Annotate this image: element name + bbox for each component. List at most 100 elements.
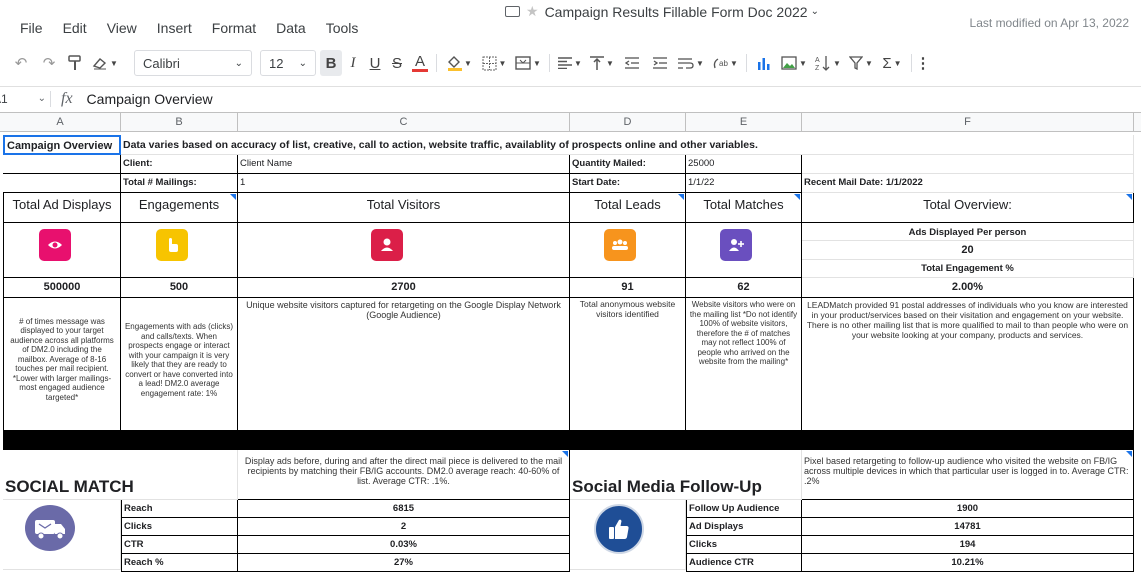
cell-empty[interactable]: [802, 135, 1134, 155]
social-match-row-value[interactable]: 27%: [238, 554, 570, 572]
chart-icon[interactable]: [751, 50, 777, 76]
desc-matches-cell[interactable]: Website visitors who were on the mailing…: [686, 298, 802, 431]
menu-data[interactable]: Data: [266, 20, 316, 42]
header-total-leads[interactable]: Total Leads: [570, 193, 686, 223]
social-followup-row-label[interactable]: Audience CTR: [686, 554, 802, 572]
cell-eye-icon[interactable]: [3, 223, 121, 278]
social-match-row-label[interactable]: Reach: [121, 500, 238, 518]
font-family-select[interactable]: Calibri ⌄: [134, 50, 252, 76]
star-icon[interactable]: ★: [526, 3, 539, 20]
menu-insert[interactable]: Insert: [147, 20, 202, 42]
redo-icon[interactable]: ↷: [36, 50, 62, 76]
social-followup-row-label[interactable]: Ad Displays: [686, 518, 802, 536]
strikethrough-button[interactable]: S: [386, 50, 408, 76]
cell-disclaimer[interactable]: Data varies based on accuracy of list, c…: [121, 135, 811, 155]
engagement-pct-label[interactable]: Total Engagement %: [802, 260, 1134, 278]
fill-color-icon[interactable]: ▼: [441, 50, 477, 76]
font-size-select[interactable]: 12 ⌄: [260, 50, 316, 76]
desc-leads-cell[interactable]: Total anonymous website visitors identif…: [570, 298, 686, 431]
social-match-row-value[interactable]: 6815: [238, 500, 570, 518]
social-followup-title-cell[interactable]: Social Media Follow-Up: [570, 450, 802, 500]
folder-icon[interactable]: [505, 6, 520, 17]
underline-button[interactable]: U: [364, 50, 386, 76]
client-label[interactable]: Client:: [121, 155, 238, 174]
borders-icon[interactable]: ▼: [477, 50, 511, 76]
social-followup-row-label[interactable]: Clicks: [686, 536, 802, 554]
indent-increase-icon[interactable]: [646, 50, 674, 76]
social-followup-icon-cell[interactable]: [570, 500, 686, 570]
recent-mail-date[interactable]: Recent Mail Date: 1/1/2022: [802, 174, 1134, 193]
column-header-b[interactable]: B: [121, 113, 238, 132]
ads-per-person-label[interactable]: Ads Displayed Per person: [802, 223, 1134, 241]
sort-icon[interactable]: A Z ▼: [811, 50, 845, 76]
total-mailings-label[interactable]: Total # Mailings:: [121, 174, 238, 193]
menu-tools[interactable]: Tools: [316, 20, 369, 42]
cell-empty[interactable]: [3, 155, 121, 174]
client-value[interactable]: Client Name: [238, 155, 570, 174]
merge-cells-icon[interactable]: ▼: [511, 50, 545, 76]
social-match-title-cell[interactable]: SOCIAL MATCH: [3, 450, 238, 500]
undo-icon[interactable]: ↶: [6, 50, 36, 76]
italic-button[interactable]: I: [342, 50, 364, 76]
cell-hand-icon[interactable]: [121, 223, 238, 278]
quantity-mailed-value[interactable]: 25000: [686, 155, 802, 174]
social-match-row-label[interactable]: CTR: [121, 536, 238, 554]
menu-view[interactable]: View: [97, 20, 147, 42]
social-match-row-value[interactable]: 0.03%: [238, 536, 570, 554]
column-header-a[interactable]: A: [0, 113, 121, 132]
social-followup-row-value[interactable]: 14781: [802, 518, 1134, 536]
header-total-ad-displays[interactable]: Total Ad Displays: [3, 193, 121, 223]
desc-ad-displays-cell[interactable]: # of times message was displayed to your…: [3, 298, 121, 431]
column-header-d[interactable]: D: [570, 113, 686, 132]
image-icon[interactable]: ▼: [777, 50, 811, 76]
cell-campaign-overview[interactable]: Campaign Overview: [3, 135, 121, 155]
social-followup-row-value[interactable]: 10.21%: [802, 554, 1134, 572]
value-engagements[interactable]: 500: [121, 278, 238, 298]
menu-edit[interactable]: Edit: [53, 20, 97, 42]
bold-button[interactable]: B: [320, 50, 342, 76]
cell-group-icon[interactable]: [570, 223, 686, 278]
column-header-e[interactable]: E: [686, 113, 802, 132]
social-followup-row-value[interactable]: 194: [802, 536, 1134, 554]
desc-visitors-cell[interactable]: Unique website visitors captured for ret…: [238, 298, 570, 431]
formula-input[interactable]: Campaign Overview: [87, 91, 213, 107]
menu-file[interactable]: File: [0, 20, 53, 42]
doc-title[interactable]: Campaign Results Fillable Form Doc 2022: [545, 4, 808, 20]
indent-decrease-icon[interactable]: [618, 50, 646, 76]
text-wrap-icon[interactable]: ▼: [674, 50, 708, 76]
social-match-row-label[interactable]: Clicks: [121, 518, 238, 536]
cell-reference-box[interactable]: A1 ⌄: [0, 88, 50, 110]
social-match-row-value[interactable]: 2: [238, 518, 570, 536]
quantity-mailed-label[interactable]: Quantity Mailed:: [570, 155, 686, 174]
column-header-f[interactable]: F: [802, 113, 1134, 132]
align-left-icon[interactable]: ▼: [554, 50, 586, 76]
value-ad-displays[interactable]: 500000: [3, 278, 121, 298]
header-total-matches[interactable]: Total Matches: [686, 193, 802, 223]
ads-per-person-value[interactable]: 20: [802, 241, 1134, 260]
social-match-desc-cell[interactable]: Display ads before, during and after the…: [238, 450, 570, 500]
paint-format-icon[interactable]: [62, 50, 88, 76]
header-total-overview[interactable]: Total Overview:: [802, 193, 1134, 223]
vertical-align-icon[interactable]: ▼: [586, 50, 618, 76]
value-visitors[interactable]: 2700: [238, 278, 570, 298]
value-leads[interactable]: 91: [570, 278, 686, 298]
value-matches[interactable]: 62: [686, 278, 802, 298]
social-followup-row-label[interactable]: Follow Up Audience: [686, 500, 802, 518]
social-followup-desc-cell[interactable]: Pixel based retargeting to follow-up aud…: [802, 450, 1134, 500]
desc-engagements-cell[interactable]: Engagements with ads (clicks) and calls/…: [121, 298, 238, 431]
filter-icon[interactable]: ▼: [845, 50, 877, 76]
cell-user-icon[interactable]: [238, 223, 570, 278]
cell-empty[interactable]: [3, 174, 121, 193]
menu-format[interactable]: Format: [202, 20, 266, 42]
clear-format-icon[interactable]: ▼: [88, 50, 122, 76]
social-match-row-label[interactable]: Reach %: [121, 554, 238, 572]
social-match-icon-cell[interactable]: [3, 500, 121, 570]
header-engagements[interactable]: Engagements: [121, 193, 238, 223]
start-date-value[interactable]: 1/1/22: [686, 174, 802, 193]
text-rotate-icon[interactable]: ab ▼: [708, 50, 742, 76]
column-header-c[interactable]: C: [238, 113, 570, 132]
chevron-down-icon[interactable]: ⌄: [811, 6, 819, 17]
last-modified[interactable]: Last modified on Apr 13, 2022: [970, 16, 1129, 30]
engagement-pct-value[interactable]: 2.00%: [802, 278, 1134, 298]
cell-empty[interactable]: [802, 155, 1134, 174]
